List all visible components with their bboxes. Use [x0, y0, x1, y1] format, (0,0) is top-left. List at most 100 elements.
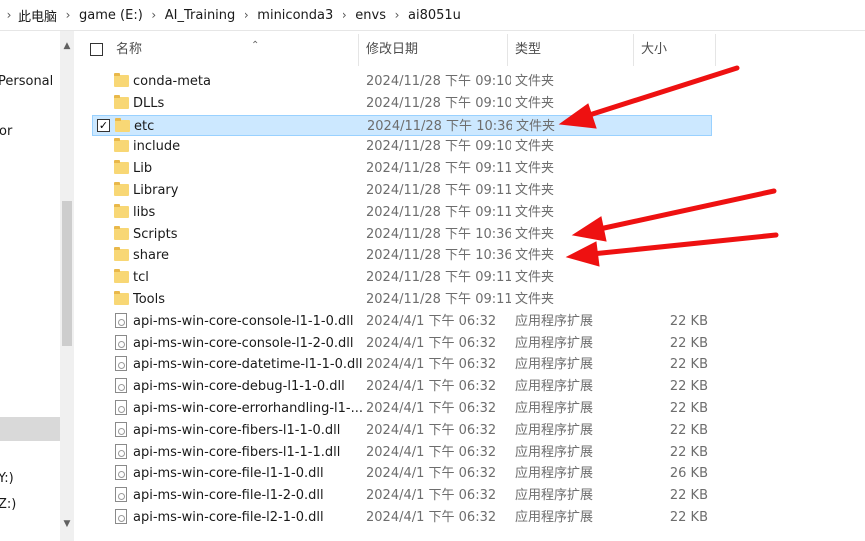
folder-row[interactable]: libs 2024/11/28 下午 09:11 文件夹	[92, 202, 712, 223]
chevron-right-icon[interactable]: ›	[143, 8, 165, 22]
column-header-type[interactable]: 类型	[508, 34, 634, 66]
file-date-modified: 2024/11/28 下午 09:11	[366, 270, 511, 285]
folder-icon	[115, 118, 130, 132]
file-name: Library	[133, 183, 179, 198]
file-row[interactable]: api-ms-win-core-datetime-l1-1-0.dll 2024/…	[92, 354, 712, 375]
nav-item-highlighted[interactable]	[0, 417, 60, 441]
file-date-modified: 2024/4/1 下午 06:32	[366, 510, 497, 525]
file-name: libs	[133, 205, 156, 220]
file-size	[632, 245, 708, 266]
nav-item-partial[interactable]: or	[0, 124, 12, 139]
file-name: api-ms-win-core-fibers-l1-1-1.dll	[133, 445, 341, 460]
dll-file-icon	[115, 335, 127, 350]
breadcrumb-item-ai-training[interactable]: AI_Training	[165, 8, 236, 23]
folder-icon	[114, 269, 129, 283]
file-size: 22 KB	[669, 510, 708, 525]
folder-row[interactable]: DLLs 2024/11/28 下午 09:10 文件夹	[92, 93, 712, 114]
column-header-size[interactable]: 大小	[634, 34, 716, 66]
file-date-modified: 2024/4/1 下午 06:32	[366, 488, 497, 503]
file-date-modified: 2024/11/28 下午 10:36	[366, 248, 511, 263]
nav-scrollbar[interactable]: ▲ ▼	[60, 31, 74, 541]
file-date-modified: 2024/11/28 下午 09:11	[366, 161, 511, 176]
scroll-down-icon[interactable]: ▼	[60, 519, 74, 529]
breadcrumb-item-miniconda3[interactable]: miniconda3	[257, 8, 333, 23]
folder-row[interactable]: Scripts 2024/11/28 下午 10:36 文件夹	[92, 224, 712, 245]
dll-file-icon	[115, 378, 127, 393]
breadcrumb-item-drive[interactable]: game (E:)	[79, 8, 143, 23]
file-date-modified: 2024/11/28 下午 09:11	[366, 292, 511, 307]
file-type: 应用程序扩展	[515, 488, 594, 503]
sort-up-icon: ⌃	[251, 40, 260, 51]
file-name: DLLs	[133, 96, 165, 111]
nav-scrollbar-thumb[interactable]	[62, 201, 72, 346]
file-row[interactable]: api-ms-win-core-debug-l1-1-0.dll 2024/4/1…	[92, 376, 712, 397]
chevron-right-icon[interactable]: ›	[333, 8, 355, 22]
file-type: 应用程序扩展	[515, 401, 594, 416]
breadcrumb-item-ai8051u[interactable]: ai8051u	[408, 8, 461, 23]
file-row[interactable]: api-ms-win-core-fibers-l1-1-1.dll 2024/4/…	[92, 442, 712, 463]
dll-file-icon	[115, 422, 127, 437]
file-size: 22 KB	[669, 379, 708, 394]
file-name: etc	[134, 119, 155, 134]
chevron-right-icon[interactable]: ›	[57, 8, 79, 22]
file-size	[632, 93, 708, 114]
chevron-right-icon[interactable]: ›	[235, 8, 257, 22]
file-type: 应用程序扩展	[515, 379, 594, 394]
folder-row[interactable]: Lib 2024/11/28 下午 09:11 文件夹	[92, 158, 712, 179]
file-type: 应用程序扩展	[515, 314, 594, 329]
chevron-right-icon[interactable]: ›	[386, 8, 408, 22]
column-header-date[interactable]: 修改日期	[359, 34, 508, 66]
file-date-modified: 2024/4/1 下午 06:32	[366, 445, 497, 460]
scroll-up-icon[interactable]: ▲	[60, 41, 74, 51]
folder-row[interactable]: Tools 2024/11/28 下午 09:11 文件夹	[92, 289, 712, 310]
folder-row[interactable]: ✓ etc 2024/11/28 下午 10:36 文件夹	[92, 115, 712, 136]
folder-icon	[114, 182, 129, 196]
file-name: api-ms-win-core-file-l1-1-0.dll	[133, 466, 324, 481]
folder-icon	[114, 138, 129, 152]
file-type: 应用程序扩展	[515, 357, 594, 372]
file-size	[632, 289, 708, 310]
file-name: Scripts	[133, 227, 178, 242]
nav-item-personal[interactable]: Personal	[0, 74, 53, 89]
file-explorer-window: › 此电脑 › game (E:) › AI_Training › minico…	[0, 0, 865, 541]
file-date-modified: 2024/4/1 下午 06:32	[366, 314, 497, 329]
column-header-name[interactable]: 名称 ⌃	[109, 34, 359, 66]
file-type: 文件夹	[516, 119, 556, 134]
file-row[interactable]: api-ms-win-core-fibers-l1-1-0.dll 2024/4/…	[92, 420, 712, 441]
column-name-label: 名称	[116, 42, 143, 57]
file-size	[632, 180, 708, 201]
file-type: 应用程序扩展	[515, 423, 594, 438]
file-type: 文件夹	[515, 183, 555, 198]
breadcrumb-item-this-pc[interactable]: 此电脑	[18, 6, 57, 25]
nav-item-drive-y[interactable]: Y:)	[0, 471, 14, 486]
folder-row[interactable]: share 2024/11/28 下午 10:36 文件夹	[92, 245, 712, 266]
file-size	[632, 71, 708, 92]
folder-row[interactable]: tcl 2024/11/28 下午 09:11 文件夹	[92, 267, 712, 288]
folder-row[interactable]: include 2024/11/28 下午 09:10 文件夹	[92, 136, 712, 157]
folder-icon	[114, 204, 129, 218]
file-name: conda-meta	[133, 74, 211, 89]
file-row[interactable]: api-ms-win-core-errorhandling-l1-... 2024…	[92, 398, 712, 419]
dll-file-icon	[115, 509, 127, 524]
file-row[interactable]: api-ms-win-core-file-l2-1-0.dll 2024/4/1 …	[92, 507, 712, 528]
file-row[interactable]: api-ms-win-core-file-l1-2-0.dll 2024/4/1 …	[92, 485, 712, 506]
folder-icon	[114, 95, 129, 109]
file-date-modified: 2024/11/28 下午 09:10	[366, 96, 511, 111]
file-row[interactable]: api-ms-win-core-console-l1-2-0.dll 2024/4…	[92, 333, 712, 354]
folder-row[interactable]: conda-meta 2024/11/28 下午 09:10 文件夹	[92, 71, 712, 92]
select-all-checkbox[interactable]	[90, 43, 103, 56]
file-name: share	[133, 248, 170, 263]
file-type: 应用程序扩展	[515, 510, 594, 525]
file-date-modified: 2024/11/28 下午 09:10	[366, 74, 511, 89]
nav-item-drive-z[interactable]: Z:)	[0, 497, 16, 512]
folder-row[interactable]: Library 2024/11/28 下午 09:11 文件夹	[92, 180, 712, 201]
folder-icon	[114, 247, 129, 261]
dll-file-icon	[115, 465, 127, 480]
file-row[interactable]: api-ms-win-core-console-l1-1-0.dll 2024/4…	[92, 311, 712, 332]
breadcrumb-item-envs[interactable]: envs	[355, 8, 386, 23]
row-checkbox[interactable]: ✓	[97, 119, 110, 132]
file-type: 文件夹	[515, 139, 555, 154]
dll-file-icon	[115, 356, 127, 371]
file-row[interactable]: api-ms-win-core-file-l1-1-0.dll 2024/4/1 …	[92, 463, 712, 484]
file-date-modified: 2024/11/28 下午 09:11	[366, 183, 511, 198]
